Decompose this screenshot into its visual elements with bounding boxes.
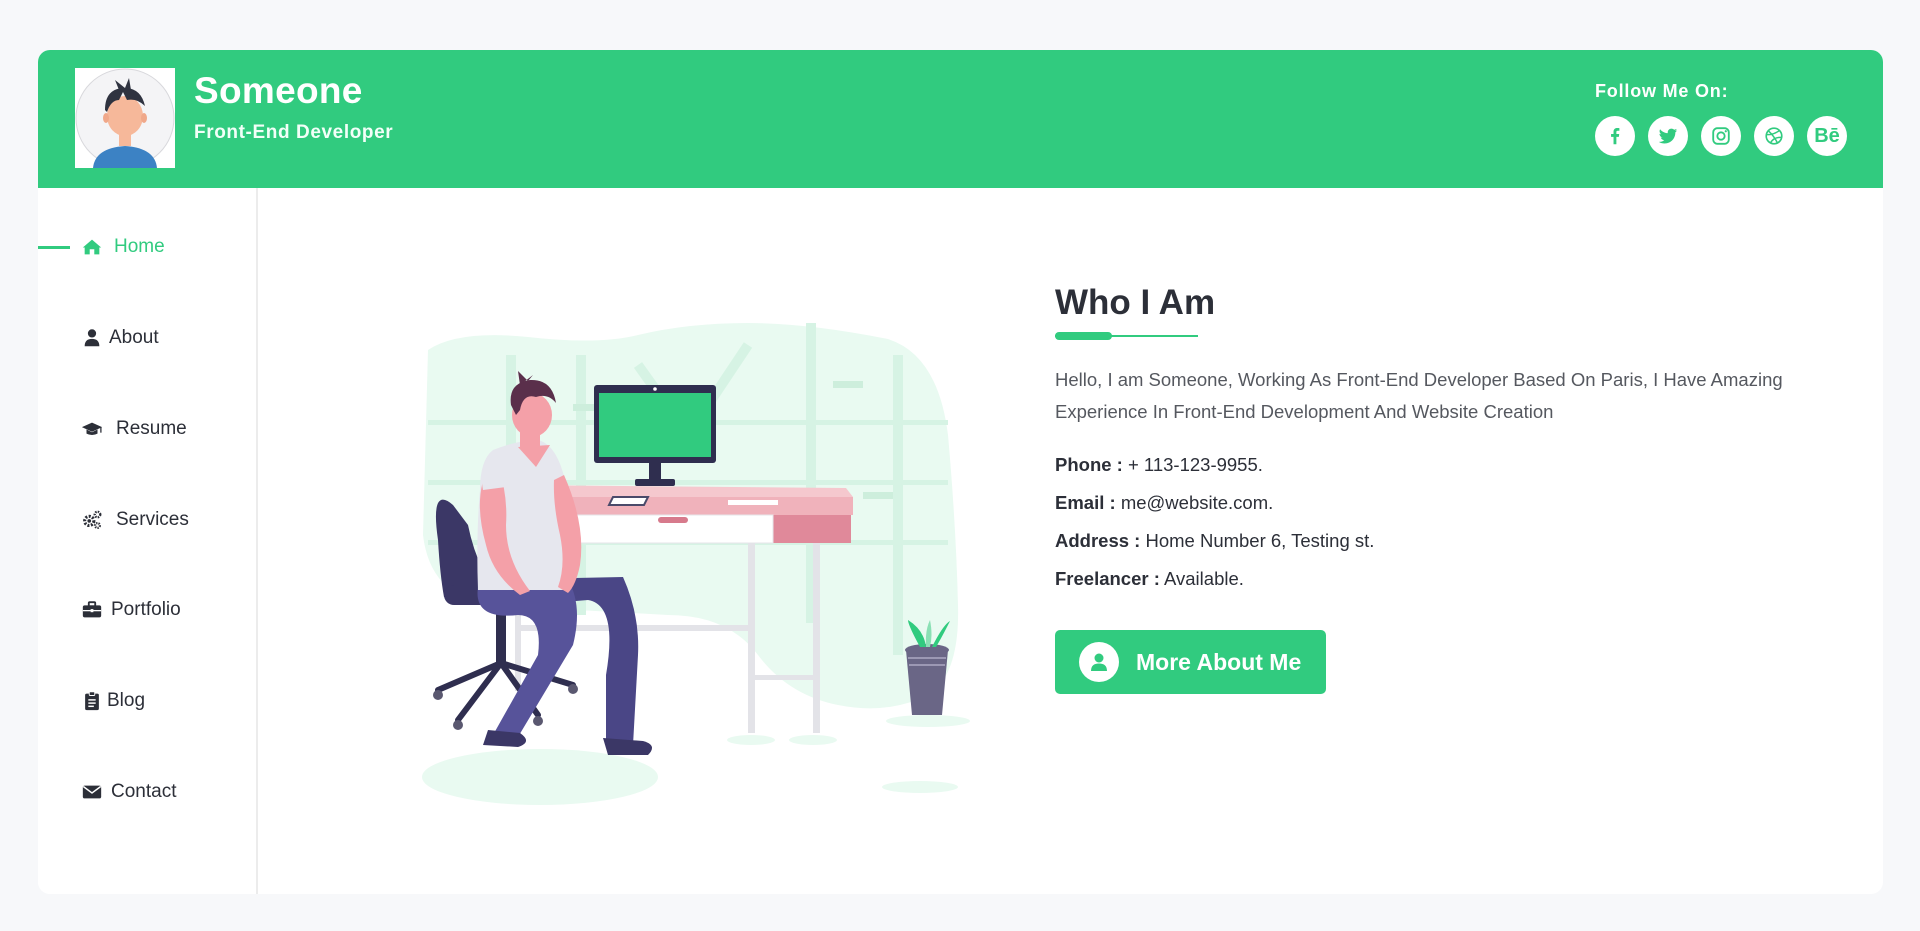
title-underline [1055,331,1198,341]
profile-header: Someone Front-End Developer Follow Me On… [38,50,1883,188]
info-value: + 113-123-9955. [1127,454,1263,475]
active-marker [38,246,70,249]
info-value: Available. [1164,568,1244,589]
sidebar-item-label: About [109,327,159,348]
contact-info-list: Phone : + 113-123-9955. Email : me@websi… [1055,446,1855,598]
instagram-icon [1712,127,1730,145]
more-about-me-button[interactable]: More About Me [1055,630,1326,694]
sidebar-item-label: Services [116,509,189,530]
info-key: Email : [1055,492,1116,513]
sidebar-item-home[interactable]: Home [38,227,256,267]
sidebar-item-about[interactable]: About [38,318,256,358]
profile-name: Someone [194,70,363,111]
avatar-illustration [75,68,175,168]
main-card: Someone Front-End Developer Follow Me On… [38,50,1883,894]
sidebar-item-services[interactable]: Services [38,500,256,540]
sidebar-item-label: Home [114,236,165,257]
twitter-link[interactable] [1648,116,1688,156]
info-value[interactable]: me@website.com. [1121,492,1273,513]
follow-label: Follow Me On: [1595,81,1729,101]
user-icon [81,327,103,349]
sidebar-nav: Home About Resume Services Portfolio Blo… [38,188,258,894]
dribbble-icon [1765,127,1783,145]
sidebar-item-blog[interactable]: Blog [38,681,256,721]
sidebar-item-label: Contact [111,781,177,802]
envelope-icon [81,781,103,803]
info-value: Home Number 6, Testing st. [1145,530,1375,551]
section-title: Who I Am [1055,283,1216,322]
twitter-icon [1658,128,1678,144]
cogs-icon [81,509,103,531]
graduation-cap-icon [81,418,103,440]
user-circle-icon [1079,642,1119,682]
social-links: Bē [1595,116,1847,156]
profile-role: Front-End Developer [194,122,394,143]
info-key: Address : [1055,530,1141,551]
info-key: Freelancer : [1055,568,1160,589]
clipboard-icon [81,690,103,712]
facebook-link[interactable] [1595,116,1635,156]
facebook-icon [1611,128,1620,145]
dribbble-link[interactable] [1754,116,1794,156]
behance-icon: Bē [1814,124,1840,147]
underline-accent [1055,332,1112,340]
info-row-freelancer: Freelancer : Available. [1055,560,1855,598]
briefcase-icon [81,599,103,621]
behance-link[interactable]: Bē [1807,116,1847,156]
sidebar-item-resume[interactable]: Resume [38,409,256,449]
avatar [75,68,175,168]
sidebar-item-portfolio[interactable]: Portfolio [38,590,256,630]
sidebar-item-contact[interactable]: Contact [38,772,256,812]
about-section: Who I Am Hello, I am Someone, Working As… [1055,283,1855,598]
sidebar-item-label: Portfolio [111,599,181,620]
sidebar-item-label: Resume [116,418,187,439]
sidebar-item-label: Blog [107,690,146,711]
instagram-link[interactable] [1701,116,1741,156]
info-key: Phone : [1055,454,1123,475]
hero-illustration [368,275,988,815]
info-row-address: Address : Home Number 6, Testing st. [1055,522,1855,560]
home-icon [81,236,103,258]
workspace-illustration [422,323,970,805]
intro-paragraph: Hello, I am Someone, Working As Front-En… [1055,369,1783,422]
cta-label: More About Me [1136,649,1302,675]
info-row-email: Email : me@website.com. [1055,484,1855,522]
info-row-phone: Phone : + 113-123-9955. [1055,446,1855,484]
